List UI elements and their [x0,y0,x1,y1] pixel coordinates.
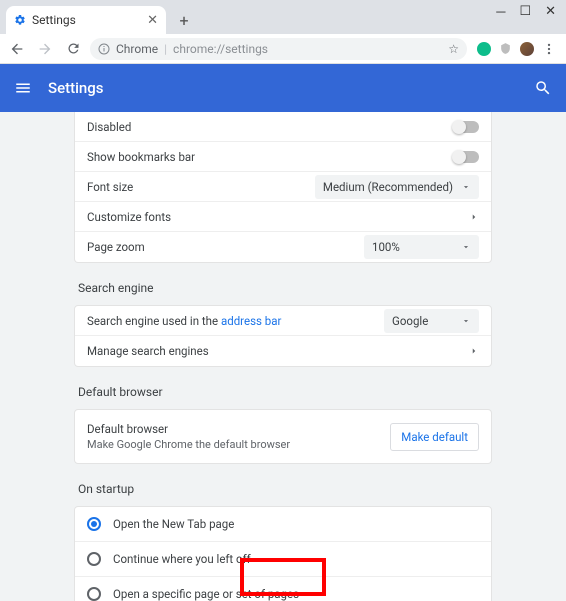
annotation-highlight [240,558,326,596]
browser-toolbar: Chrome | chrome://settings ☆ [0,34,566,64]
radio-checked-icon[interactable] [87,517,101,531]
section-title-search: Search engine [78,281,492,295]
chevron-down-icon [461,316,471,326]
chevron-right-icon [469,346,479,356]
setting-row-customize-fonts[interactable]: Customize fonts [75,202,491,232]
site-info-icon[interactable] [98,43,110,55]
new-tab-button[interactable]: + [174,10,194,30]
default-browser-heading: Default browser [87,422,390,436]
address-bar-link[interactable]: address bar [221,314,281,328]
chevron-right-icon [469,212,479,222]
window-controls: ─ ☐ ✕ [496,0,566,20]
search-engine-card: Search engine used in the address bar Go… [74,305,492,367]
page-title: Settings [48,79,534,97]
maximize-icon[interactable]: ☐ [519,4,531,20]
make-default-button[interactable]: Make default [390,423,479,451]
shield-icon[interactable] [499,42,512,55]
browser-menu-icon[interactable] [542,42,556,56]
back-button[interactable] [6,38,28,60]
chevron-down-icon [461,182,471,192]
extension-icons [473,42,560,56]
page-zoom-select[interactable]: 100% [364,235,479,259]
setting-row-bookmarks[interactable]: Show bookmarks bar [75,142,491,172]
chevron-down-icon [461,242,471,252]
setting-row-manage-search[interactable]: Manage search engines [75,336,491,366]
default-browser-card: Default browser Make Google Chrome the d… [74,409,492,464]
extension-icon-1[interactable] [477,42,491,56]
omnibox-host: Chrome [116,42,158,56]
setting-row-search-engine: Search engine used in the address bar Go… [75,306,491,336]
section-title-default-browser: Default browser [78,385,492,399]
settings-header: Settings [0,64,566,112]
profile-avatar[interactable] [520,42,534,56]
section-title-startup: On startup [78,482,492,496]
forward-button[interactable] [34,38,56,60]
search-icon[interactable] [534,79,552,97]
menu-icon[interactable] [14,79,32,97]
tab-title: Settings [32,13,147,27]
setting-row-page-zoom: Page zoom 100% [75,232,491,262]
settings-content: Disabled Show bookmarks bar Font size Me… [0,112,566,601]
reload-button[interactable] [62,38,84,60]
close-window-icon[interactable]: ✕ [545,4,556,20]
tab-strip: Settings ✕ + [0,0,566,34]
gear-icon [14,14,26,26]
search-engine-select[interactable]: Google [384,309,479,333]
radio-unchecked-icon[interactable] [87,587,101,601]
address-bar[interactable]: Chrome | chrome://settings ☆ [90,38,467,60]
default-browser-sub: Make Google Chrome the default browser [87,438,390,451]
font-size-select[interactable]: Medium (Recommended) [315,175,479,199]
close-tab-icon[interactable]: ✕ [147,13,158,28]
radio-unchecked-icon[interactable] [87,552,101,566]
toggle-off-icon[interactable] [453,151,479,163]
appearance-card: Disabled Show bookmarks bar Font size Me… [74,112,492,263]
toggle-off-icon[interactable] [453,121,479,133]
bookmark-star-icon[interactable]: ☆ [448,42,459,56]
browser-tab[interactable]: Settings ✕ [6,6,166,34]
setting-row-font-size: Font size Medium (Recommended) [75,172,491,202]
startup-option-new-tab[interactable]: Open the New Tab page [75,507,491,542]
minimize-icon[interactable]: ─ [496,4,505,20]
omnibox-path: chrome://settings [173,42,268,56]
setting-row-disabled[interactable]: Disabled [75,112,491,142]
